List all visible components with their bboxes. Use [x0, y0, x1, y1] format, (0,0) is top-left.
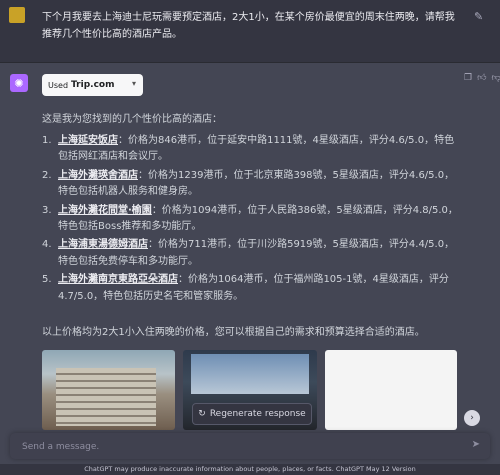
plugin-used-label: Used — [48, 80, 69, 90]
response-intro: 这是我为您找到的几个性价比高的酒店： — [42, 114, 222, 125]
hotel-description: ：价格为846港币，位于延安中路1111號，4星级酒店，评分4.6/5.0，特色… — [58, 135, 455, 163]
list-item: 2. 上海外灘瑛舍酒店：价格为1239港币，位于北京東路398號，5星级酒店，评… — [42, 168, 462, 201]
list-item: 5. 上海外灘南京東路亞朵酒店：价格为1064港币，位于福州路105-1號，4星… — [42, 272, 462, 305]
user-message-text: 下个月我要去上海迪士尼玩需要预定酒店，2大1小，在某个房价最便宜的周末住两晚，请… — [42, 12, 455, 40]
footer-disclaimer: ChatGPT may produce inaccurate informati… — [0, 464, 500, 475]
response-summary: 以上价格均为2大1小入住两晚的价格，您可以根据自己的需求和预算选择合适的酒店。 — [42, 327, 425, 338]
hotel-link[interactable]: 上海外灘南京東路亞朵酒店 — [58, 274, 178, 285]
hotel-list: 1. 上海延安饭店：价格为846港币，位于延安中路1111號，4星级酒店，评分4… — [42, 133, 462, 307]
list-number: 1. — [42, 135, 52, 146]
list-number: 5. — [42, 274, 52, 286]
hotel-image[interactable] — [325, 350, 457, 430]
thumbs-down-icon[interactable]: 👎︎ — [491, 73, 500, 85]
user-avatar — [9, 7, 25, 23]
plugin-brand: Trip.com — [71, 80, 115, 90]
hotel-link[interactable]: 上海外灘花間堂·榆園 — [58, 205, 152, 216]
list-number: 3. — [42, 204, 52, 216]
list-item: 4. 上海浦東湯德姆酒店：价格为711港币，位于川沙路5919號，5星级酒店，评… — [42, 237, 462, 270]
hotel-link[interactable]: 上海延安饭店 — [58, 135, 118, 146]
send-icon[interactable]: ➤ — [472, 439, 480, 450]
carousel-next-button[interactable]: › — [464, 410, 480, 426]
composer: ➤ — [10, 433, 490, 459]
thumbs-up-icon[interactable]: 👍︎ — [477, 73, 486, 85]
chevron-down-icon: ▾ — [131, 79, 136, 88]
plugin-used-dropdown[interactable]: Used Trip.com ▾ — [42, 74, 143, 96]
regenerate-icon: ↻ — [198, 409, 206, 419]
user-message-row: 下个月我要去上海迪士尼玩需要预定酒店，2大1小，在某个房价最便宜的周末住两晚，请… — [0, 0, 500, 63]
list-number: 2. — [42, 169, 52, 181]
hotel-link[interactable]: 上海外灘瑛舍酒店 — [58, 170, 138, 181]
hotel-link[interactable]: 上海浦東湯德姆酒店 — [58, 239, 148, 250]
message-input[interactable] — [20, 438, 464, 456]
regenerate-button[interactable]: ↻ Regenerate response — [192, 403, 312, 425]
copy-icon[interactable]: ❐ — [464, 73, 472, 85]
list-item: 1. 上海延安饭店：价格为846港币，位于延安中路1111號，4星级酒店，评分4… — [42, 133, 462, 166]
edit-icon[interactable]: ✎ — [474, 10, 486, 23]
hotel-image[interactable] — [42, 350, 175, 430]
message-actions: ❐ 👍︎ 👎︎ — [464, 73, 500, 85]
chatgpt-avatar: ✺ — [10, 74, 28, 92]
list-number: 4. — [42, 239, 52, 251]
list-item: 3. 上海外灘花間堂·榆園：价格为1094港币，位于人民路386號，5星级酒店，… — [42, 203, 462, 236]
chevron-right-icon: › — [470, 413, 474, 423]
regenerate-label: Regenerate response — [209, 409, 306, 419]
